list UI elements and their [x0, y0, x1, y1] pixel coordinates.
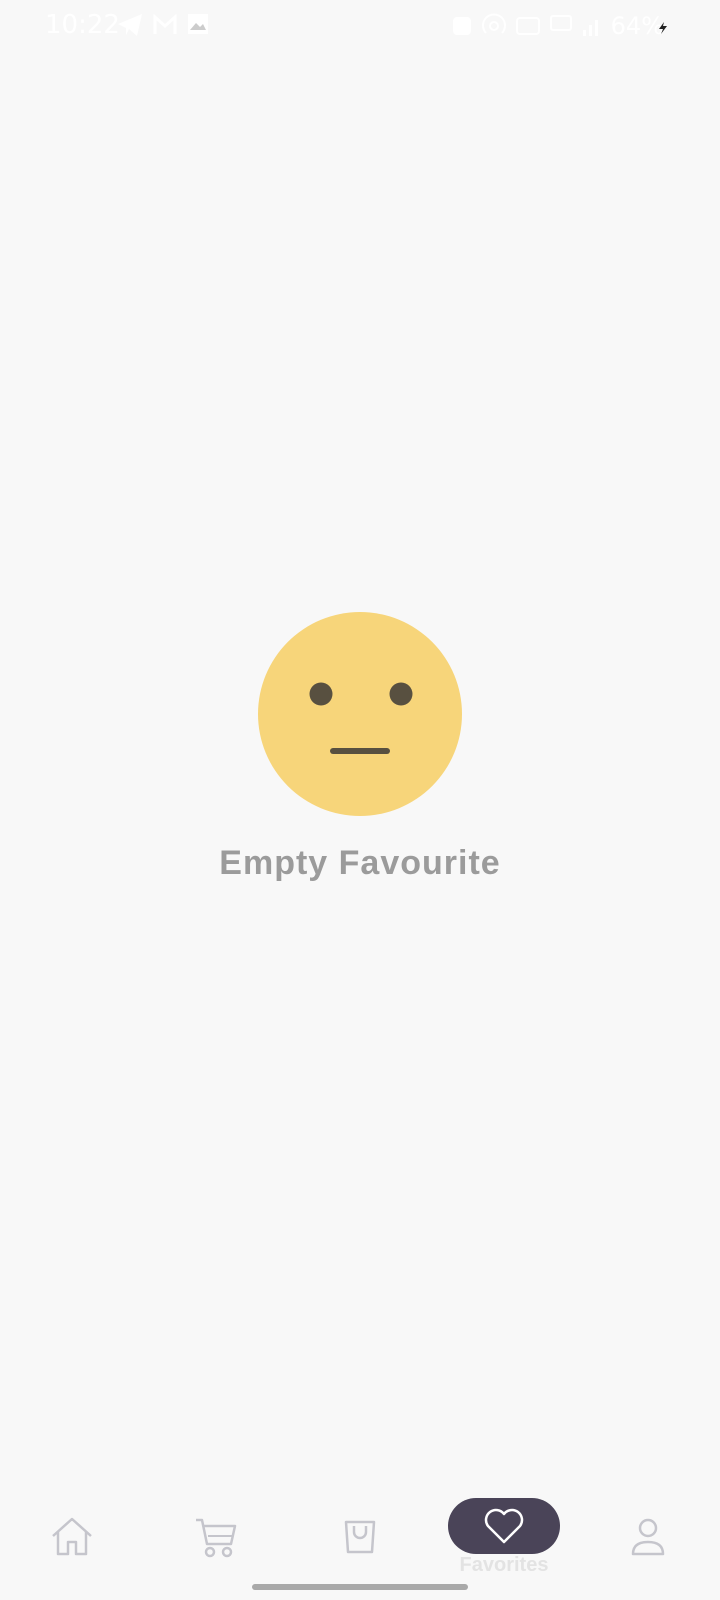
telegram-icon	[118, 14, 142, 36]
nav-shop[interactable]	[300, 1480, 420, 1580]
empty-state: Empty Favourite	[0, 612, 720, 883]
home-icon	[52, 1517, 92, 1556]
bottom-nav: Favorites	[0, 1480, 720, 1580]
status-notification-icons	[116, 12, 210, 38]
person-icon	[631, 1518, 665, 1556]
hotspot-icon	[481, 13, 506, 34]
nav-profile[interactable]	[588, 1480, 708, 1580]
charging-icon	[659, 22, 667, 34]
nav-favorites-label[interactable]: Favorites	[444, 1554, 564, 1577]
nav-home[interactable]	[12, 1480, 132, 1580]
5g-icon	[549, 15, 572, 31]
neutral-face-icon	[258, 612, 462, 816]
nav-cart[interactable]	[156, 1480, 276, 1580]
signal-icon	[582, 20, 598, 36]
heart-icon	[484, 1508, 524, 1544]
battery-level: 64%	[610, 12, 664, 40]
empty-message: Empty Favourite	[219, 844, 501, 882]
status-right: 64%	[451, 12, 664, 40]
volte-icon	[515, 17, 540, 35]
nav-favorites[interactable]	[448, 1498, 560, 1554]
image-icon	[188, 14, 208, 34]
status-bar: 10:22 64%	[0, 0, 720, 56]
cart-icon	[196, 1518, 237, 1558]
shopping-bag-icon	[344, 1520, 376, 1554]
alarm-icon	[452, 17, 471, 35]
status-time: 10:22	[45, 10, 120, 40]
home-indicator[interactable]	[252, 1584, 468, 1590]
mail-icon	[153, 13, 177, 34]
